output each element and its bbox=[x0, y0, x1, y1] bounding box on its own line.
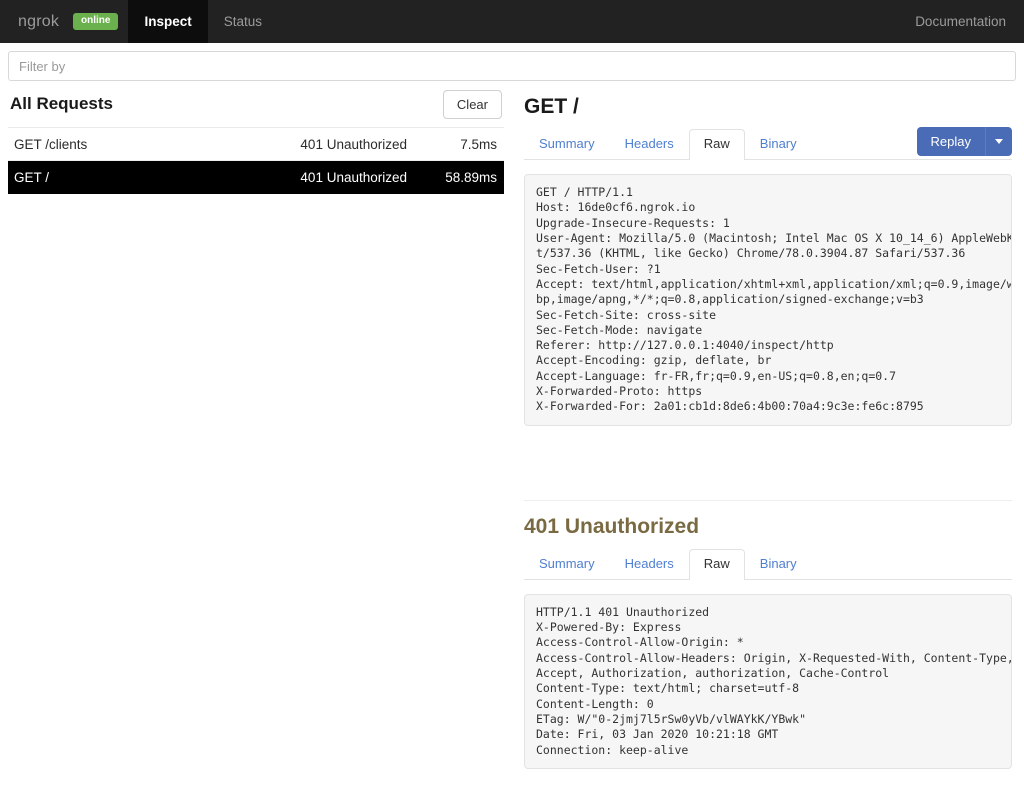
request-status: 401 Unauthorized bbox=[300, 169, 407, 185]
filter-bar bbox=[0, 43, 1024, 81]
nav-item-documentation[interactable]: Documentation bbox=[915, 14, 1006, 29]
tab-response-headers[interactable]: Headers bbox=[610, 549, 689, 580]
response-title: 401 Unauthorized bbox=[524, 514, 700, 538]
tab-request-raw[interactable]: Raw bbox=[688, 129, 745, 161]
navbar-right: Documentation bbox=[915, 0, 1024, 43]
nav-item-status[interactable]: Status bbox=[208, 0, 278, 43]
request-status: 401 Unauthorized bbox=[300, 136, 407, 152]
brand-logo: ngrok bbox=[18, 12, 60, 30]
table-row[interactable]: GET /clients 401 Unauthorized 7.5ms bbox=[8, 128, 504, 161]
request-duration: 7.5ms bbox=[460, 136, 497, 152]
request-title: GET / bbox=[524, 95, 579, 118]
request-tabs: Summary Headers Raw Binary Replay bbox=[524, 126, 1012, 161]
request-method-path: GET /clients bbox=[14, 136, 88, 152]
response-raw-body: HTTP/1.1 401 Unauthorized X-Powered-By: … bbox=[524, 593, 1012, 769]
tab-request-binary[interactable]: Binary bbox=[745, 129, 812, 160]
page-title: All Requests bbox=[10, 94, 113, 113]
top-navbar: ngrok online Inspect Status Documentatio… bbox=[0, 0, 1024, 43]
request-duration: 58.89ms bbox=[445, 169, 497, 185]
request-list: GET /clients 401 Unauthorized 7.5ms GET … bbox=[8, 127, 504, 194]
main-content: All Requests Clear GET /clients 401 Unau… bbox=[0, 81, 1024, 789]
replay-button-group: Replay bbox=[916, 126, 1012, 156]
chevron-down-icon bbox=[995, 138, 1003, 144]
replay-button[interactable]: Replay bbox=[916, 126, 985, 156]
filter-input[interactable] bbox=[8, 51, 1016, 81]
requests-header: All Requests Clear bbox=[8, 81, 504, 127]
requests-panel: All Requests Clear GET /clients 401 Unau… bbox=[0, 81, 512, 194]
detail-panel: GET / Summary Headers Raw Binary Replay … bbox=[512, 81, 1024, 769]
nav-item-inspect[interactable]: Inspect bbox=[128, 0, 208, 43]
tab-response-raw[interactable]: Raw bbox=[688, 548, 745, 580]
tab-response-binary[interactable]: Binary bbox=[745, 549, 812, 580]
tab-response-summary[interactable]: Summary bbox=[524, 549, 610, 580]
status-badge: online bbox=[73, 13, 119, 30]
tab-request-summary[interactable]: Summary bbox=[524, 129, 610, 160]
replay-dropdown-button[interactable] bbox=[985, 126, 1012, 156]
tab-request-headers[interactable]: Headers bbox=[610, 129, 689, 160]
clear-button[interactable]: Clear bbox=[442, 89, 502, 119]
request-method-path: GET / bbox=[14, 169, 50, 185]
response-tabs: Summary Headers Raw Binary bbox=[524, 548, 1012, 580]
table-row[interactable]: GET / 401 Unauthorized 58.89ms bbox=[8, 161, 504, 194]
request-raw-body: GET / HTTP/1.1 Host: 16de0cf6.ngrok.io U… bbox=[524, 174, 1012, 426]
